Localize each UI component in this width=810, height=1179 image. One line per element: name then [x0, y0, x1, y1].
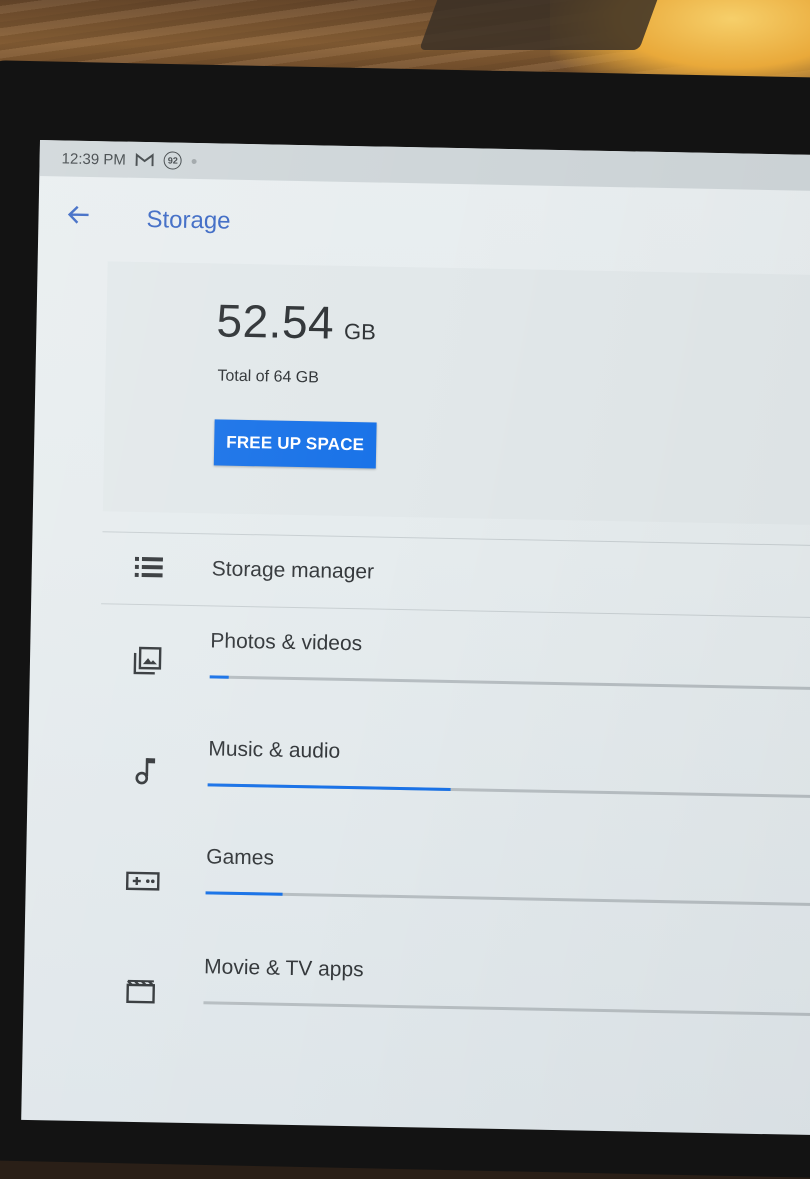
usage-bar	[203, 1001, 810, 1016]
category-row-games[interactable]: Games	[25, 832, 810, 948]
usage-bar	[208, 783, 810, 798]
usage-bar	[206, 891, 810, 906]
background-object	[419, 0, 661, 50]
page-title: Storage	[146, 206, 231, 236]
movie-icon	[123, 974, 158, 1009]
free-up-space-button[interactable]: FREE UP SPACE	[214, 419, 377, 468]
category-label: Games	[206, 845, 274, 870]
category-label: Photos & videos	[210, 629, 362, 656]
category-label: Movie & TV apps	[204, 955, 364, 982]
category-row-photos[interactable]: Photos & videos	[29, 616, 810, 732]
status-time: 12:39 PM	[61, 150, 126, 168]
usage-bar	[210, 675, 810, 690]
music-note-icon	[128, 754, 163, 789]
storage-manager-label: Storage manager	[212, 557, 375, 584]
photo-library-icon	[130, 644, 165, 679]
usage-bar-fill	[206, 891, 283, 895]
arrow-back-icon	[60, 196, 97, 233]
list-icon	[131, 550, 166, 585]
back-button[interactable]	[60, 196, 97, 233]
category-row-movies[interactable]: Movie & TV apps	[23, 940, 810, 1056]
used-storage-unit: GB	[344, 319, 376, 345]
tablet-screen: 12:39 PM 92 Storage 52.54 GB Total of 64 …	[21, 140, 810, 1136]
used-storage: 52.54 GB	[216, 293, 376, 350]
total-storage-text: Total of 64 GB	[217, 367, 319, 387]
usage-bar-fill	[210, 675, 229, 678]
gamepad-icon	[125, 864, 160, 899]
notification-dot-icon	[192, 158, 197, 163]
category-label: Music & audio	[208, 737, 340, 764]
used-storage-value: 52.54	[216, 294, 335, 348]
notification-count-icon: 92	[164, 151, 182, 169]
app-bar: Storage	[38, 176, 810, 262]
category-row-music[interactable]: Music & audio	[27, 724, 810, 840]
usage-bar-fill	[208, 783, 451, 791]
gmail-icon	[136, 153, 154, 167]
storage-summary: 52.54 GB Total of 64 GB FREE UP SPACE	[103, 261, 810, 526]
